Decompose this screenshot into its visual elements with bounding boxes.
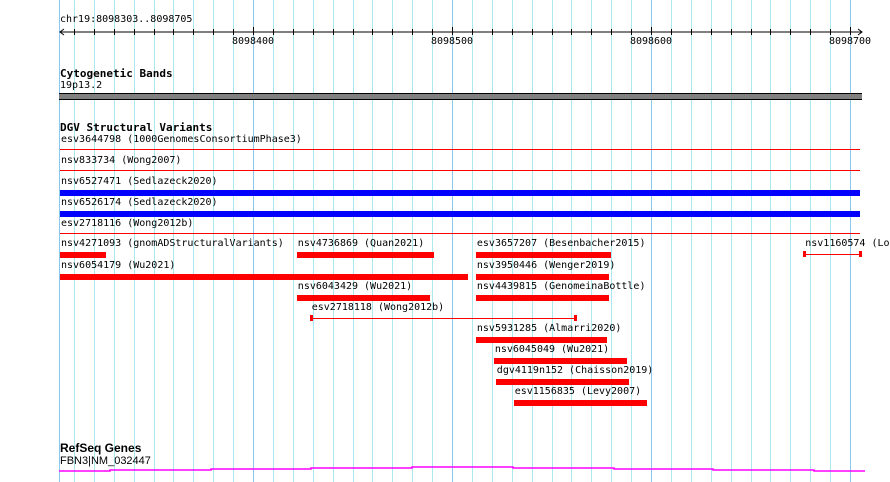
ruler-tick-label: 8098600 <box>630 36 672 47</box>
track-title-cytoband: Cytogenetic Bands <box>60 67 173 80</box>
grid-line <box>293 0 294 482</box>
variant-feature[interactable] <box>59 190 860 196</box>
variant-label[interactable]: esv3644798 (1000GenomesConsortiumPhase3) <box>61 134 302 145</box>
variant-feature[interactable] <box>495 379 630 385</box>
grid-line <box>472 0 473 482</box>
ruler-tick-label: 8098700 <box>829 36 871 47</box>
grid-line <box>691 0 692 482</box>
cytoband-bar[interactable] <box>59 93 862 100</box>
variant-feature[interactable] <box>59 170 860 171</box>
genome-browser-view: chr19:8098303..8098705 8098400 8098500 809… <box>0 0 890 482</box>
grid-line <box>432 0 433 482</box>
gene-model[interactable] <box>0 460 890 480</box>
grid-line <box>711 0 712 482</box>
grid-line <box>651 0 652 482</box>
ruler-tick-label: 8098400 <box>232 36 274 47</box>
variant-label[interactable]: nsv6043429 (Wu2021) <box>298 281 412 292</box>
variant-feature[interactable] <box>59 149 860 150</box>
grid-line <box>790 0 791 482</box>
gene-line[interactable] <box>59 466 865 472</box>
variant-label[interactable]: nsv3950446 (Wenger2019) <box>477 260 615 271</box>
grid-line <box>452 0 453 482</box>
variant-label[interactable]: nsv4439815 (GenomeinaBottle) <box>477 281 646 292</box>
track-title-dgv: DGV Structural Variants <box>60 121 213 134</box>
variant-label[interactable]: esv2718118 (Wong2012b) <box>312 302 444 313</box>
grid-line <box>751 0 752 482</box>
variant-feature[interactable] <box>475 295 610 301</box>
variant-label[interactable]: esv2718116 (Wong2012b) <box>61 218 193 229</box>
variant-label[interactable]: nsv5931285 (Almarri2020) <box>477 323 622 334</box>
variant-label[interactable]: nsv4736869 (Quan2021) <box>298 238 424 249</box>
variant-end-marker <box>309 315 313 321</box>
grid-line <box>671 0 672 482</box>
variant-label[interactable]: nsv6054179 (Wu2021) <box>61 260 175 271</box>
variant-label[interactable]: esv3657207 (Besenbacher2015) <box>477 238 646 249</box>
variant-label[interactable]: nsv833734 (Wong2007) <box>61 155 181 166</box>
variant-feature[interactable] <box>475 252 612 258</box>
variant-end-marker <box>574 315 578 321</box>
variant-feature[interactable] <box>59 211 860 217</box>
variant-label[interactable]: nsv6045049 (Wu2021) <box>495 344 609 355</box>
variant-label[interactable]: nsv6527471 (Sedlazeck2020) <box>61 176 218 187</box>
variant-feature[interactable] <box>296 252 435 258</box>
variant-feature[interactable] <box>59 252 106 258</box>
variant-feature[interactable] <box>513 400 648 406</box>
variant-feature[interactable] <box>475 274 610 280</box>
grid-line <box>770 0 771 482</box>
variant-label[interactable]: nsv4271093 (gnomADStructuralVariants) <box>61 238 284 249</box>
cytoband-label: 19p13.2 <box>60 80 103 91</box>
variant-label[interactable]: nsv1160574 (Lou <box>805 238 890 249</box>
ruler[interactable]: 8098400 8098500 8098600 8098700 <box>0 24 890 54</box>
track-title-refseq: RefSeq Genes <box>60 441 142 455</box>
variant-feature[interactable] <box>310 318 576 319</box>
variant-end-marker <box>803 251 807 257</box>
variant-feature[interactable] <box>59 274 468 280</box>
variant-feature[interactable] <box>475 337 608 343</box>
variant-feature[interactable] <box>493 358 628 364</box>
variant-label[interactable]: nsv6526174 (Sedlazeck2020) <box>61 197 218 208</box>
variant-feature[interactable] <box>59 233 860 234</box>
variant-label[interactable]: dgv4119n152 (Chaisson2019) <box>497 365 654 376</box>
variant-feature[interactable] <box>296 295 431 301</box>
variant-label[interactable]: esv1156835 (Levy2007) <box>515 386 641 397</box>
variant-feature[interactable] <box>804 254 860 255</box>
ruler-tick-label: 8098500 <box>431 36 473 47</box>
variant-end-marker <box>858 251 862 257</box>
grid-line <box>731 0 732 482</box>
